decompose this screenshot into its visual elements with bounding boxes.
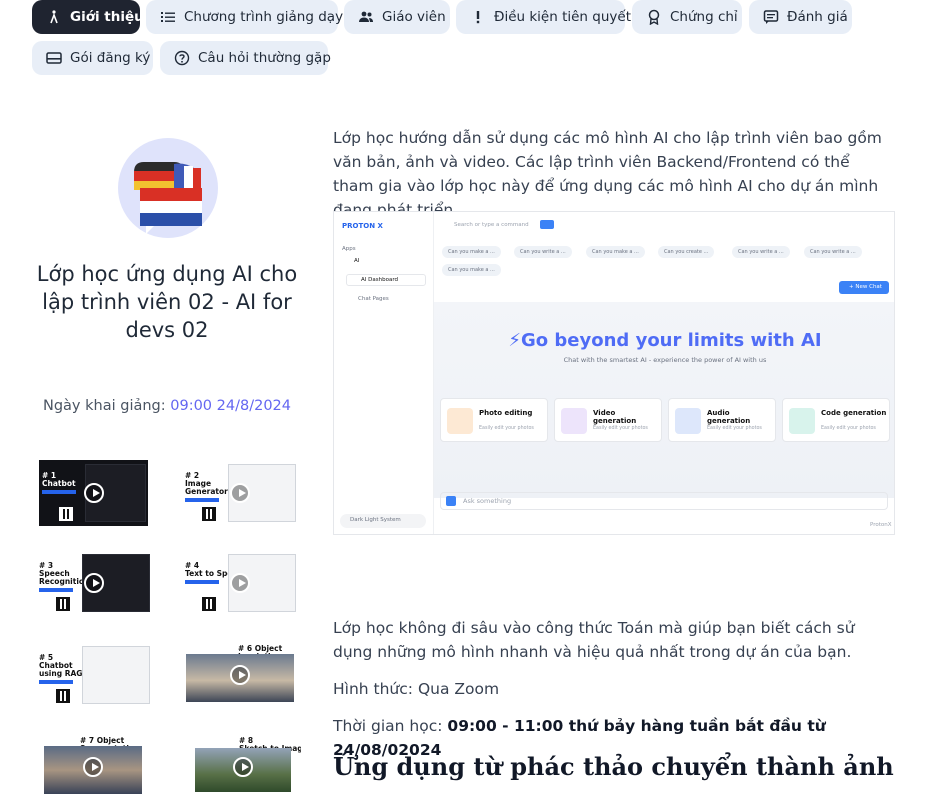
preview-shortcut (540, 220, 554, 229)
preview-chip: Can you write a ... (514, 246, 572, 258)
preview-card-title: Audio generation (707, 409, 751, 425)
start-date-value: 09:00 24/8/2024 (170, 398, 291, 414)
tab-danh-gia[interactable]: Đánh giá (749, 0, 852, 34)
tab-chung-chi[interactable]: Chứng chỉ (632, 0, 742, 34)
preview-card-title: Video generation (593, 409, 637, 425)
video-thumb-1[interactable]: # 1 Chatbot (39, 460, 148, 526)
play-icon (230, 665, 250, 685)
tab-label: Gói đăng ký (70, 50, 151, 66)
preview-card-sub: Easily edit your photos (593, 426, 648, 431)
course-title: Lớp học ứng dụng AI cho lập trình viên 0… (36, 262, 298, 342)
preview-theme-toggle: Dark Light System (340, 514, 426, 528)
tab-label: Chương trình giảng dạy (184, 9, 344, 25)
preview-ai-label: AI (354, 258, 360, 264)
tab-dieu-kien[interactable]: Điều kiện tiên quyết (456, 0, 631, 34)
preview-ask-input: Ask something (440, 492, 888, 510)
play-icon (83, 757, 103, 777)
video-label: # 5 Chatbot using RAG (39, 653, 83, 678)
tab-cau-hoi[interactable]: Câu hỏi thường gặp (160, 41, 331, 75)
preview-card: Photo editing Easily edit your photos (440, 398, 548, 442)
app-preview-image: PROTON X Apps AI AI Dashboard Chat Pages… (333, 211, 895, 535)
video-thumb-2[interactable]: # 2 Image Generator (182, 460, 298, 526)
video-thumb-8[interactable]: # 8 Sketch to Image (185, 734, 301, 800)
video-label: # 2 Image Generator (185, 471, 228, 496)
math-paragraph: Lớp học không đi sâu vào công thức Toán … (333, 619, 855, 661)
video-thumb-6[interactable]: # 6 Object Inpainting (182, 642, 298, 708)
preview-logo: PROTON X (342, 222, 383, 230)
preview-chip: Can you make a ... (442, 264, 501, 276)
play-icon (230, 483, 250, 503)
preview-brand: ProtonX (870, 522, 892, 528)
card-icon (46, 50, 62, 66)
tab-gioi-thieu[interactable]: Giới thiệu (32, 0, 144, 34)
person-icon (46, 9, 62, 25)
language-course-icon (116, 136, 220, 240)
preview-chip: Can you make a ... (442, 246, 501, 258)
start-date: Ngày khai giảng: 09:00 24/8/2024 (30, 396, 304, 416)
preview-search: Search or type a command (454, 222, 529, 228)
preview-sidebar: PROTON X Apps AI AI Dashboard Chat Pages… (334, 212, 434, 534)
play-icon (230, 573, 250, 593)
preview-card-sub: Easily edit your photos (479, 426, 534, 431)
preview-chip: Can you make a ... (586, 246, 645, 258)
preview-card: Audio generation Easily edit your photos (668, 398, 776, 442)
image-icon (447, 408, 473, 434)
preview-hero: ⚡Go beyond your limits with AI Chat with… (434, 302, 894, 498)
users-icon (358, 9, 374, 25)
preview-card-sub: Easily edit your photos (821, 426, 876, 431)
question-icon (174, 50, 190, 66)
schedule-label: Thời gian học: (333, 717, 443, 735)
format-line: Hình thức: Qua Zoom (333, 677, 893, 701)
tab-label: Chứng chỉ (670, 9, 738, 25)
video-label: # 1 Chatbot (42, 471, 76, 488)
preview-apps-label: Apps (342, 246, 356, 252)
preview-dashboard-item: AI Dashboard (346, 274, 426, 286)
preview-chat-pages: Chat Pages (358, 296, 389, 302)
tab-label: Câu hỏi thường gặp (198, 50, 331, 66)
video-icon (561, 408, 587, 434)
preview-chip: Can you create ... (658, 246, 715, 258)
review-icon (763, 9, 779, 25)
music-icon (675, 408, 701, 434)
video-thumb-4[interactable]: # 4 Text to Speech (182, 550, 298, 616)
list-icon (160, 9, 176, 25)
play-icon (84, 573, 104, 593)
tab-label: Giáo viên (382, 9, 446, 25)
preview-card-title: Photo editing (479, 409, 533, 417)
exclamation-icon (470, 9, 486, 25)
play-icon (233, 757, 253, 777)
format-value: Qua Zoom (417, 680, 500, 698)
code-icon (789, 408, 815, 434)
tab-chuong-trinh[interactable]: Chương trình giảng dạy (146, 0, 343, 34)
preview-card-title: Code generation (821, 409, 887, 417)
format-label: Hình thức: (333, 680, 414, 698)
preview-new-chat: + New Chat (839, 281, 889, 294)
tab-label: Đánh giá (787, 9, 848, 25)
preview-card-sub: Easily edit your photos (707, 426, 762, 431)
video-thumb-3[interactable]: # 3 Speech Recognition (36, 550, 152, 616)
preview-hero-title: ⚡Go beyond your limits with AI (508, 330, 822, 351)
tab-label: Điều kiện tiên quyết (494, 9, 631, 25)
video-thumb-5[interactable]: # 5 Chatbot using RAG (36, 642, 152, 708)
preview-card: Video generation Easily edit your photos (554, 398, 662, 442)
preview-hero-subtitle: Chat with the smartest AI - experience t… (563, 356, 767, 364)
award-icon (646, 9, 662, 25)
intro-paragraph: Lớp học hướng dẫn sử dụng các mô hình AI… (333, 129, 882, 219)
tab-label: Giới thiệu (70, 9, 144, 25)
section-heading: Ứng dụng từ phác thảo chuyển thành ảnh (333, 752, 894, 781)
start-date-label: Ngày khai giảng: (43, 398, 166, 414)
tab-giao-vien[interactable]: Giáo viên (344, 0, 450, 34)
play-icon (83, 483, 104, 503)
video-thumb-7[interactable]: # 7 Object Segmentation (40, 734, 146, 800)
preview-chip: Can you write a ... (732, 246, 790, 258)
preview-chip: Can you write a ... (804, 246, 862, 258)
tab-goi-dang-ky[interactable]: Gói đăng ký (32, 41, 153, 75)
preview-card: Code generation Easily edit your photos (782, 398, 890, 442)
